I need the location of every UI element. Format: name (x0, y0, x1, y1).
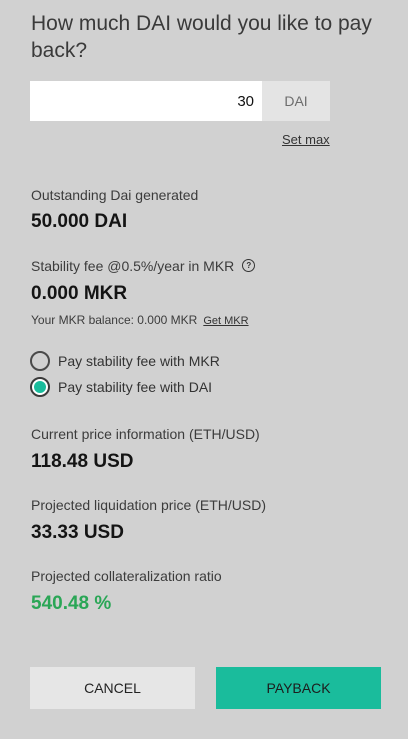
payback-button[interactable]: PAYBACK (216, 667, 381, 709)
radio-pay-with-dai[interactable]: Pay stability fee with DAI (30, 377, 212, 397)
radio-mkr-circle[interactable] (30, 351, 50, 371)
stability-fee-label: Stability fee @0.5%/year in MKR? (31, 258, 256, 274)
radio-pay-with-mkr[interactable]: Pay stability fee with MKR (30, 351, 220, 371)
stability-fee-value: 0.000 MKR (31, 283, 128, 304)
amount-input[interactable] (30, 81, 262, 121)
amount-unit: DAI (262, 81, 330, 121)
collateral-ratio-label: Projected collateralization ratio (31, 568, 222, 584)
help-icon[interactable]: ? (242, 259, 256, 273)
get-mkr-link[interactable]: Get MKR (203, 315, 248, 327)
mkr-balance-text: Your MKR balance: 0.000 MKR (31, 313, 198, 327)
outstanding-label: Outstanding Dai generated (31, 187, 199, 203)
dialog-heading: How much DAI would you like to pay back? (31, 12, 372, 62)
radio-mkr-label: Pay stability fee with MKR (58, 353, 220, 369)
outstanding-value: 50.000 DAI (31, 211, 128, 232)
set-max-link[interactable]: Set max (282, 132, 330, 147)
radio-dai-circle[interactable] (30, 377, 50, 397)
liquidation-price-value: 33.33 USD (31, 522, 124, 543)
radio-dai-label: Pay stability fee with DAI (58, 379, 213, 395)
current-price-label: Current price information (ETH/USD) (31, 426, 260, 442)
payback-dialog: How much DAI would you like to pay back?… (0, 0, 408, 739)
collateral-ratio-value: 540.48 % (31, 593, 112, 614)
mkr-balance-row: Your MKR balance: 0.000 MKR Get MKR (31, 313, 249, 327)
cancel-button[interactable]: CANCEL (30, 667, 195, 709)
liquidation-price-label: Projected liquidation price (ETH/USD) (31, 497, 266, 513)
amount-input-row: DAI (30, 81, 330, 121)
stability-fee-label-text: Stability fee @0.5%/year in MKR (31, 258, 235, 274)
current-price-value: 118.48 USD (31, 451, 134, 472)
